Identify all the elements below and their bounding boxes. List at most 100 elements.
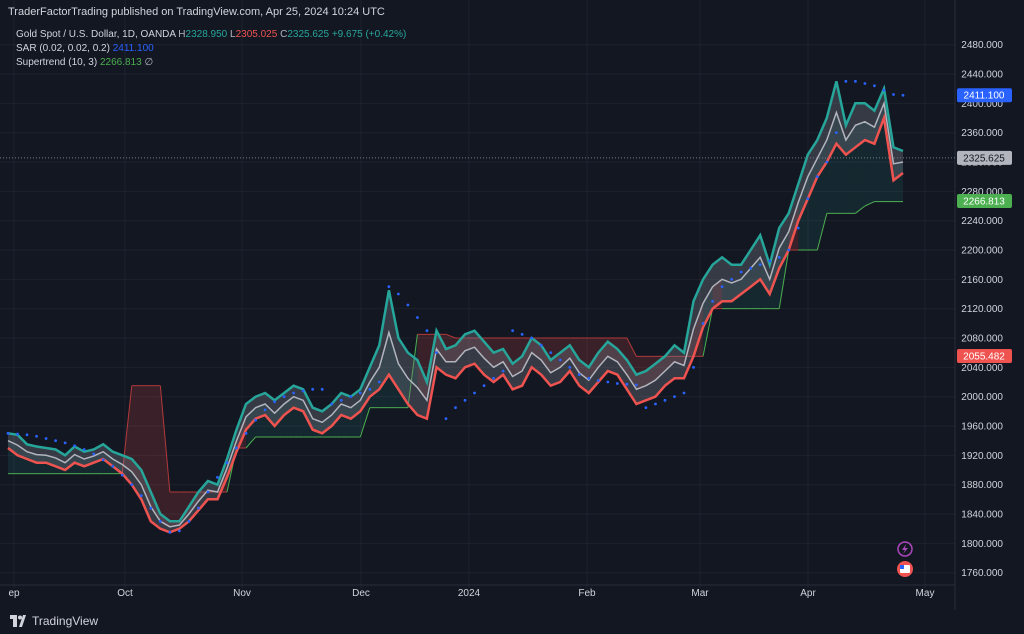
sar-point (777, 255, 781, 259)
y-tick-label: 1760.000 (961, 568, 1003, 579)
sar-point (606, 380, 610, 384)
sar-point (311, 387, 315, 391)
tradingview-brand: TradingView (32, 614, 99, 628)
sar-point (615, 382, 619, 385)
sar-point (158, 519, 162, 523)
price-tag-label: 2055.482 (963, 351, 1005, 362)
sar-point (377, 380, 381, 384)
sar-point (235, 446, 238, 450)
sar-point (701, 321, 705, 325)
sar-point (225, 461, 229, 465)
sar-point (44, 437, 48, 440)
sar-point (673, 395, 676, 399)
sar-point (587, 376, 591, 380)
sar-point (216, 475, 219, 479)
sar-point (82, 448, 86, 451)
change-value: +9.675 (+0.42%) (331, 29, 407, 40)
sar-point (435, 351, 438, 355)
tradingview-logo[interactable]: TradingView (10, 614, 98, 628)
sar-point (73, 444, 77, 448)
sar-point (63, 441, 67, 445)
sar-point (520, 332, 524, 336)
sar-point (654, 402, 657, 406)
sar-point (758, 263, 762, 267)
sar-point (197, 506, 200, 510)
high-label: H (178, 29, 186, 40)
legend-symbol-row[interactable]: Gold Spot / U.S. Dollar, 1D, OANDA H2328… (16, 28, 406, 42)
sar-point (730, 277, 734, 281)
y-tick-label: 1920.000 (961, 451, 1003, 462)
y-tick-label: 2360.000 (961, 128, 1003, 139)
sar-point (263, 408, 267, 412)
sar-point (473, 391, 476, 395)
sar-point (787, 248, 791, 252)
y-tick-label: 1840.000 (961, 510, 1003, 521)
sar-point (330, 402, 334, 406)
sar-point (663, 398, 667, 402)
sar-point (739, 270, 743, 274)
sar-point (720, 285, 724, 289)
sar-point (463, 398, 467, 402)
x-tick-label: Oct (117, 588, 133, 599)
sar-point (187, 519, 191, 523)
sar-point (149, 506, 153, 510)
x-tick-label: Apr (800, 588, 816, 599)
y-tick-label: 2440.000 (961, 70, 1003, 81)
sar-point (863, 82, 867, 85)
sar-point (6, 431, 10, 435)
sar-point (635, 383, 638, 387)
chart-legend: Gold Spot / U.S. Dollar, 1D, OANDA H2328… (16, 28, 406, 70)
sar-point (882, 88, 886, 92)
sar-point (577, 373, 581, 377)
price-chart[interactable]: 2480.0002440.0002400.0002360.0002320.000… (0, 0, 1024, 610)
sar-point (444, 417, 448, 421)
sar-point (101, 458, 105, 462)
y-tick-label: 2200.000 (961, 246, 1003, 257)
legend-supertrend-row[interactable]: Supertrend (10, 3) 2266.813 ∅ (16, 56, 406, 70)
supertrend-extra: ∅ (144, 57, 154, 68)
x-tick-label: 2024 (458, 588, 481, 599)
sar-point (711, 299, 714, 303)
sar-point (539, 343, 543, 347)
sar-point (406, 303, 410, 307)
sar-point (301, 389, 305, 393)
symbol-title: Gold Spot / U.S. Dollar, 1D, OANDA (16, 29, 176, 40)
sar-point (558, 358, 562, 362)
sar-point (568, 365, 572, 369)
sar-point (901, 93, 905, 97)
sar-point (368, 387, 372, 391)
sar-point (768, 259, 772, 263)
sar-point (339, 398, 343, 402)
y-tick-label: 1880.000 (961, 480, 1003, 491)
sar-point (806, 197, 810, 201)
price-tag-label: 2325.625 (963, 153, 1005, 164)
sar-point (454, 406, 457, 410)
y-tick-label: 1800.000 (961, 539, 1003, 550)
legend-sar-row[interactable]: SAR (0.02, 0.02, 0.2) 2411.100 (16, 42, 406, 56)
x-tick-label: Mar (691, 588, 709, 599)
sar-point (796, 226, 800, 230)
sar-point (130, 483, 134, 487)
sar-point (511, 329, 515, 333)
footer-bar: TradingView (0, 610, 1024, 634)
x-tick-label: May (916, 588, 935, 599)
sar-point (25, 433, 29, 437)
sar-point (416, 316, 419, 319)
sar-point (358, 391, 362, 395)
high-value: 2328.950 (185, 29, 228, 40)
sar-point (530, 336, 534, 340)
low-value: 2305.025 (235, 29, 278, 40)
sar-point (549, 351, 553, 355)
sar-point (244, 431, 248, 435)
sar-point (111, 464, 115, 468)
x-tick-label: Nov (233, 588, 251, 599)
x-tick-label: Feb (578, 588, 596, 599)
supertrend-value: 2266.813 (99, 57, 142, 68)
sar-point (273, 400, 276, 404)
y-tick-label: 2160.000 (961, 275, 1003, 286)
x-tick-label: Dec (352, 588, 370, 599)
sar-point (825, 160, 829, 164)
price-tag-label: 2266.813 (963, 197, 1005, 208)
sar-point (482, 384, 486, 388)
sar-point (692, 365, 695, 369)
